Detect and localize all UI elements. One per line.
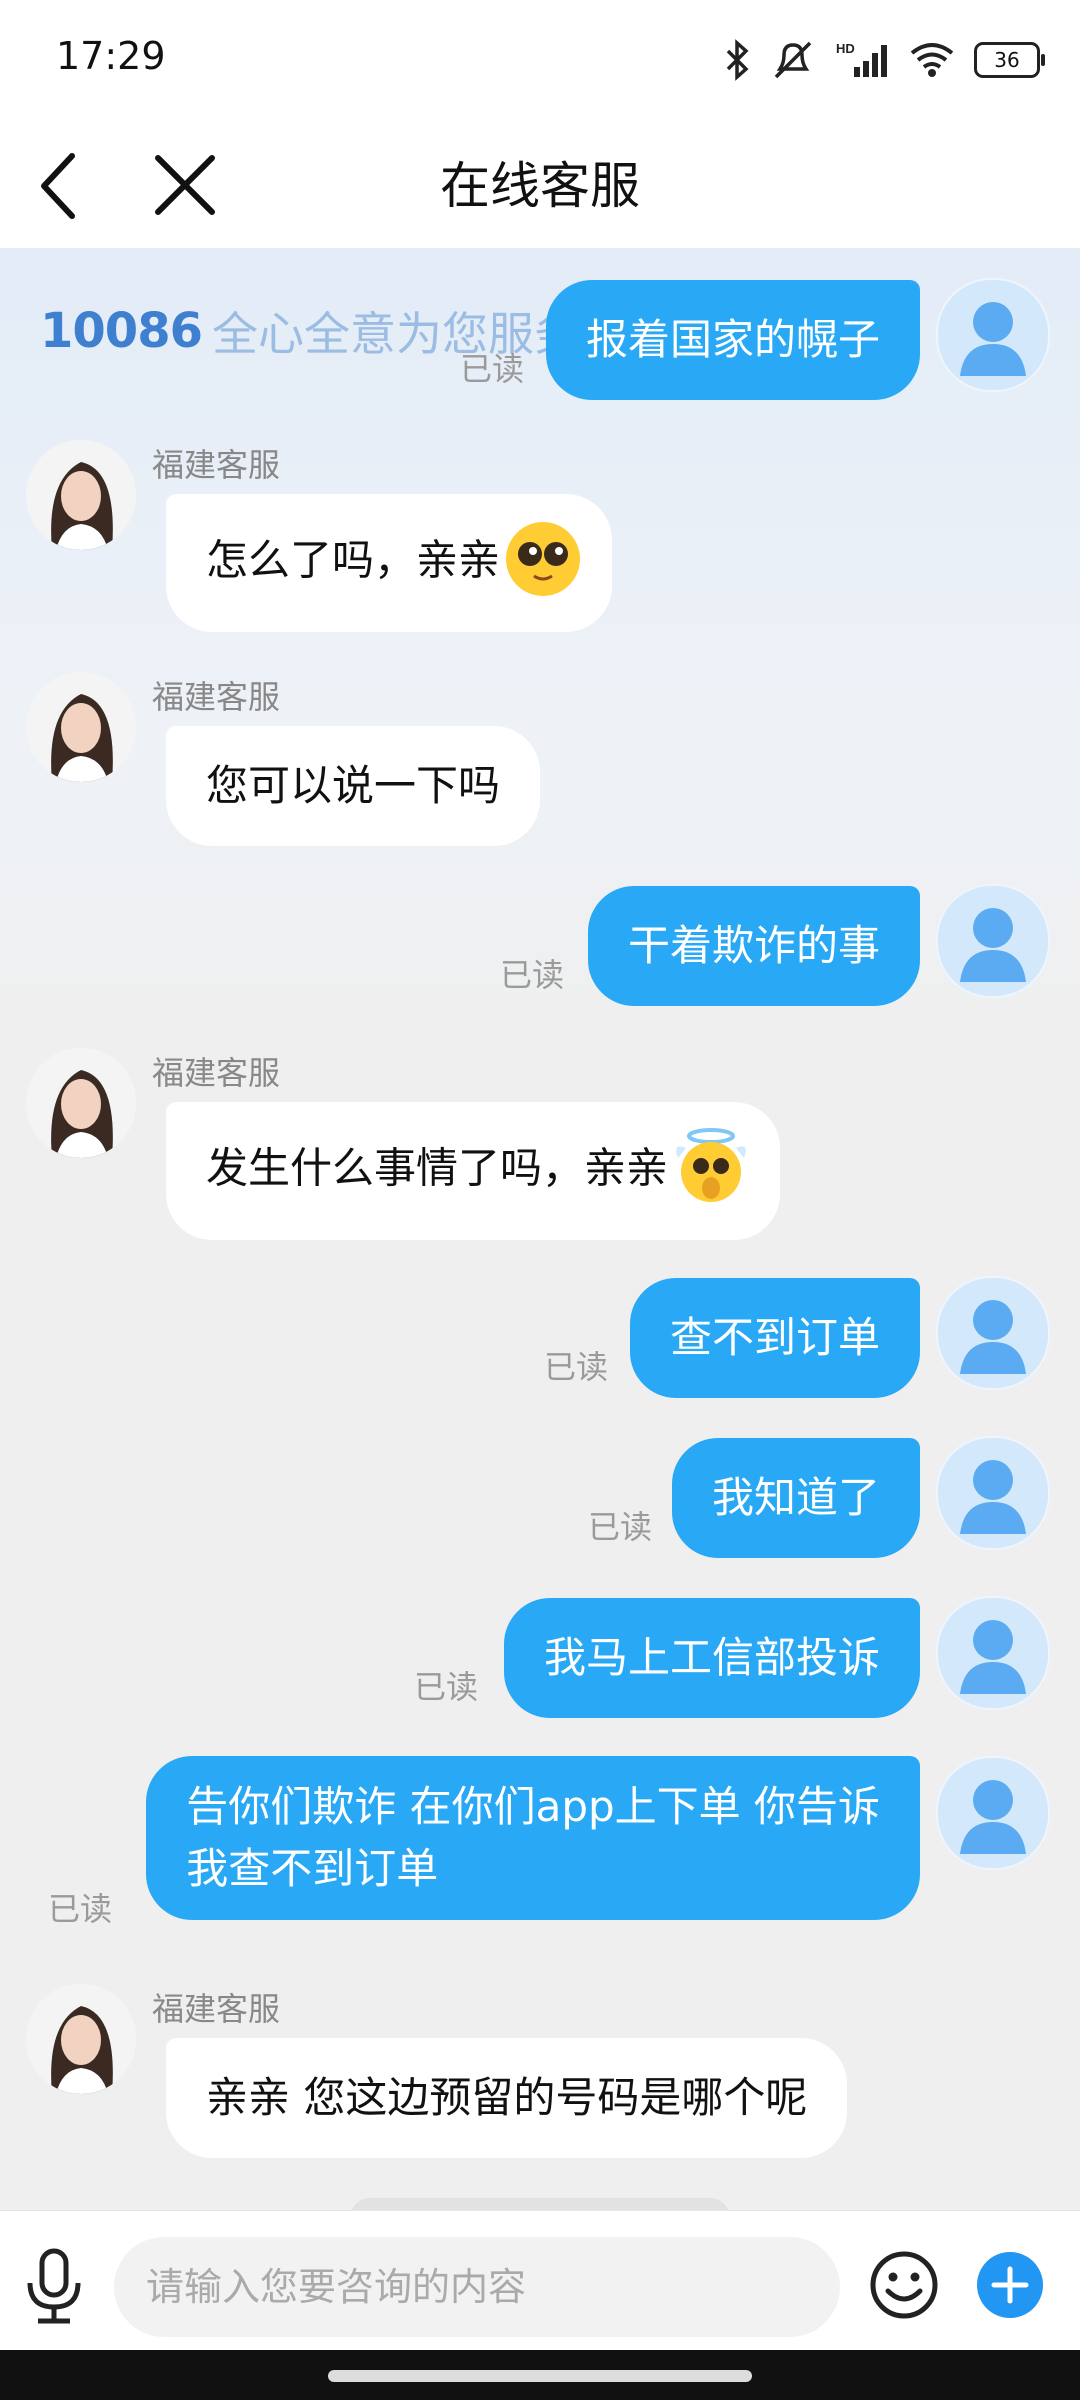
message-bubble-incoming[interactable]: 您可以说一下吗 — [166, 726, 541, 846]
read-status: 已读 — [500, 956, 565, 994]
agent-name: 福建客服 — [152, 446, 281, 484]
brand-logo: 10086 — [40, 303, 203, 359]
user-avatar[interactable] — [936, 278, 1050, 392]
home-indicator[interactable] — [328, 2370, 752, 2382]
status-bar: 17:29 HD 36 — [0, 0, 1080, 118]
input-bar: 请输入您要咨询的内容 — [0, 2210, 1080, 2351]
plus-icon[interactable] — [976, 2251, 1044, 2319]
user-silhouette-icon — [960, 908, 1026, 982]
user-silhouette-icon — [960, 1300, 1026, 1374]
home-bar — [0, 2350, 1080, 2400]
agent-portrait-icon — [26, 1984, 136, 2094]
user-avatar[interactable] — [936, 1756, 1050, 1870]
message-input[interactable]: 请输入您要咨询的内容 — [114, 2237, 840, 2337]
agent-avatar[interactable] — [26, 1048, 136, 1158]
agent-name: 福建客服 — [152, 1054, 281, 1092]
user-avatar[interactable] — [936, 1596, 1050, 1710]
message-bubble-outgoing[interactable]: 我马上工信部投诉 — [503, 1598, 920, 1718]
message-bubble-incoming[interactable]: 亲亲 您这边预留的号码是哪个呢 — [166, 2038, 848, 2158]
bluetooth-icon — [726, 39, 749, 81]
pleading-face-emoji-icon — [504, 520, 582, 598]
chat-area[interactable]: 10086 全心全意为您服务 报着国家的幌子 已读 福建客服 怎么了吗，亲亲 福… — [0, 248, 1080, 2210]
message-text: 发生什么事情了吗，亲亲 — [206, 1143, 669, 1193]
message-bubble-outgoing[interactable]: 干着欺诈的事 — [587, 886, 920, 1006]
battery-level: 36 — [994, 48, 1020, 72]
angel-face-emoji-icon — [672, 1128, 750, 1206]
status-time: 17:29 — [56, 34, 166, 78]
user-avatar[interactable] — [936, 884, 1050, 998]
svg-text:HD: HD — [836, 41, 855, 56]
smiley-icon[interactable] — [868, 2249, 940, 2321]
agent-name: 福建客服 — [152, 678, 281, 716]
message-bubble-outgoing[interactable]: 报着国家的幌子 — [545, 280, 920, 400]
message-text: 怎么了吗，亲亲 — [206, 535, 501, 585]
user-silhouette-icon — [960, 302, 1026, 376]
agent-avatar[interactable] — [26, 1984, 136, 2094]
agent-portrait-icon — [26, 672, 136, 782]
user-silhouette-icon — [960, 1620, 1026, 1694]
user-silhouette-icon — [960, 1780, 1026, 1854]
user-avatar[interactable] — [936, 1276, 1050, 1390]
read-status: 已读 — [544, 1348, 609, 1386]
agent-name: 福建客服 — [152, 1990, 281, 2028]
read-status: 已读 — [414, 1668, 479, 1706]
wifi-icon — [910, 43, 954, 77]
message-text-line: 告你们欺诈 在你们app上下单 你告诉 — [186, 1782, 880, 1831]
agent-portrait-icon — [26, 440, 136, 550]
agent-portrait-icon — [26, 1048, 136, 1158]
nav-bar: 在线客服 — [0, 118, 1080, 248]
user-silhouette-icon — [960, 1460, 1026, 1534]
read-status: 已读 — [588, 1508, 653, 1546]
message-bubble-outgoing[interactable]: 查不到订单 — [629, 1278, 920, 1398]
mute-icon — [774, 41, 812, 79]
message-text-line: 我查不到订单 — [186, 1844, 439, 1893]
banner-slogan: 全心全意为您服务 — [212, 307, 580, 361]
agent-avatar[interactable] — [26, 440, 136, 550]
microphone-icon[interactable] — [22, 2247, 86, 2327]
page-title: 在线客服 — [440, 157, 640, 215]
message-bubble-incoming[interactable]: 怎么了吗，亲亲 — [166, 494, 613, 632]
read-status: 已读 — [48, 1890, 113, 1928]
read-status: 已读 — [460, 350, 525, 388]
message-bubble-outgoing[interactable]: 告你们欺诈 在你们app上下单 你告诉 我查不到订单 — [146, 1756, 920, 1920]
message-bubble-outgoing[interactable]: 我知道了 — [671, 1438, 920, 1558]
message-bubble-incoming[interactable]: 发生什么事情了吗，亲亲 — [166, 1102, 781, 1240]
battery-icon: 36 — [974, 42, 1045, 78]
status-icons: HD 36 — [722, 30, 1045, 90]
agent-avatar[interactable] — [26, 672, 136, 782]
hd-signal-icon: HD — [836, 41, 887, 77]
user-avatar[interactable] — [936, 1436, 1050, 1550]
scroll-hint — [350, 2198, 730, 2210]
